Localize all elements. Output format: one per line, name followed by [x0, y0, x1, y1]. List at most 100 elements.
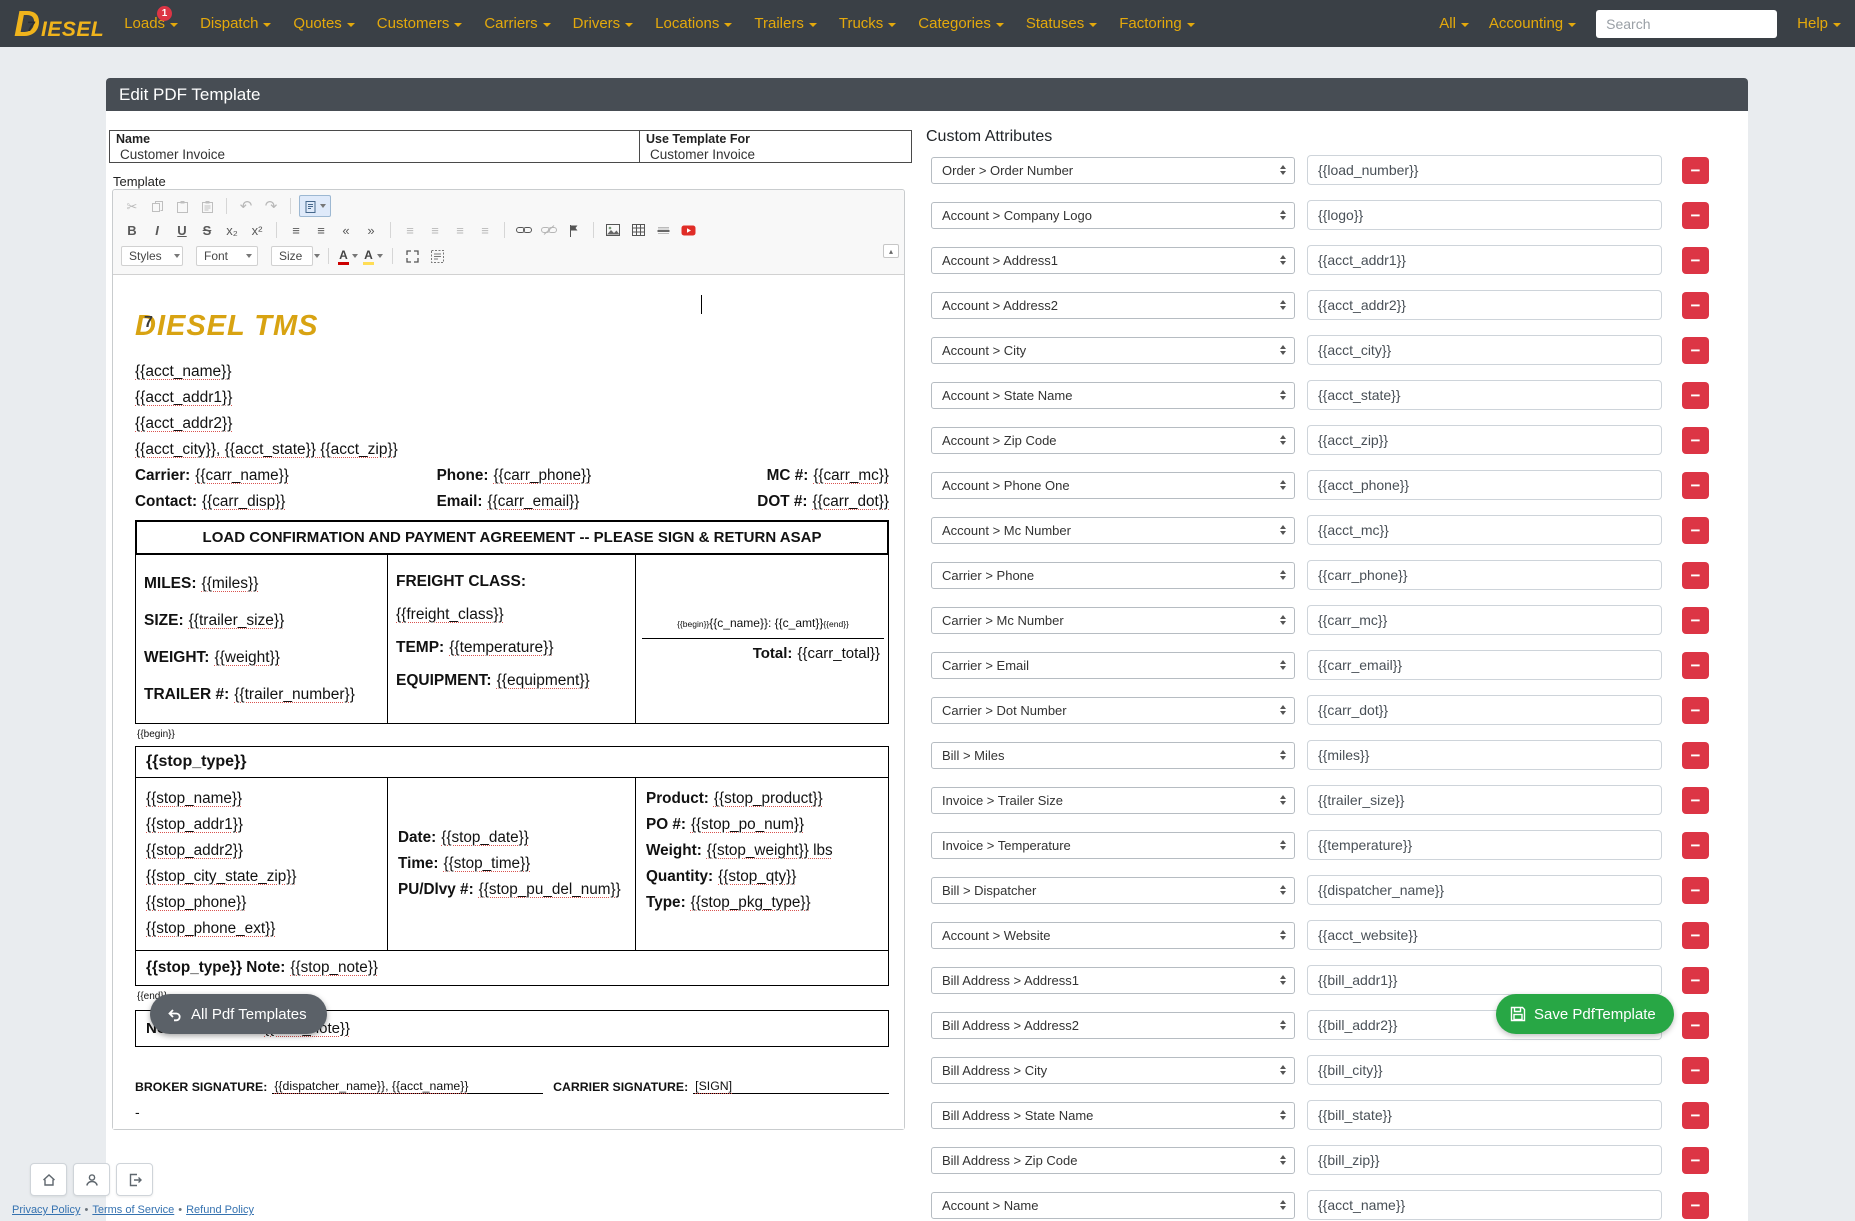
remove-attribute-button[interactable]: − [1682, 832, 1709, 859]
remove-attribute-button[interactable]: − [1682, 1147, 1709, 1174]
nav-menu-item[interactable]: Factoring [1119, 15, 1195, 32]
attribute-source-select[interactable]: Order > Order Number [931, 157, 1295, 184]
nav-menu-item[interactable]: Drivers [573, 15, 634, 32]
remove-attribute-button[interactable]: − [1682, 427, 1709, 454]
remove-attribute-button[interactable]: − [1682, 292, 1709, 319]
attribute-token-input[interactable] [1307, 560, 1662, 590]
attribute-token-input[interactable] [1307, 245, 1662, 275]
remove-attribute-button[interactable]: − [1682, 517, 1709, 544]
nav-menu-item[interactable]: Trucks [839, 15, 896, 32]
remove-attribute-button[interactable]: − [1682, 697, 1709, 724]
redo-button[interactable]: ↷ [260, 196, 282, 216]
underline-button[interactable]: U [171, 220, 193, 240]
attribute-source-select[interactable]: Account > State Name [931, 382, 1295, 409]
attribute-token-input[interactable] [1307, 1100, 1662, 1130]
link-button[interactable] [513, 220, 535, 240]
remove-attribute-button[interactable]: − [1682, 607, 1709, 634]
cut-button[interactable]: ✂ [121, 196, 143, 216]
brand-logo[interactable]: D 7 IESEL [14, 4, 104, 44]
remove-attribute-button[interactable]: − [1682, 877, 1709, 904]
align-center-button[interactable]: ≡ [424, 220, 446, 240]
remove-attribute-button[interactable]: − [1682, 472, 1709, 499]
attribute-source-select[interactable]: Account > Zip Code [931, 427, 1295, 454]
attribute-source-select[interactable]: Bill Address > Address1 [931, 967, 1295, 994]
outdent-button[interactable]: « [335, 220, 357, 240]
nav-menu-item[interactable]: Quotes [293, 15, 354, 32]
styles-dropdown[interactable]: Styles [121, 246, 183, 266]
attribute-token-input[interactable] [1307, 1055, 1662, 1085]
attribute-source-select[interactable]: Account > Address1 [931, 247, 1295, 274]
remove-attribute-button[interactable]: − [1682, 247, 1709, 274]
size-dropdown[interactable]: Size [271, 246, 313, 266]
unlink-button[interactable] [538, 220, 560, 240]
attribute-token-input[interactable] [1307, 875, 1662, 905]
attribute-source-select[interactable]: Account > Mc Number [931, 517, 1295, 544]
horizontal-rule-button[interactable] [652, 220, 674, 240]
nav-menu-item[interactable]: Trailers [754, 15, 816, 32]
attribute-source-select[interactable]: Bill Address > State Name [931, 1102, 1295, 1129]
attribute-token-input[interactable] [1307, 425, 1662, 455]
indent-button[interactable]: » [360, 220, 382, 240]
attribute-token-input[interactable] [1307, 920, 1662, 950]
nav-item-all[interactable]: All [1439, 15, 1469, 32]
use-template-for-field[interactable]: Use Template For Customer Invoice [639, 130, 912, 163]
attribute-source-select[interactable]: Carrier > Phone [931, 562, 1295, 589]
attribute-source-select[interactable]: Account > City [931, 337, 1295, 364]
template-name-field[interactable]: Name Customer Invoice [109, 130, 640, 163]
templates-dropdown-button[interactable] [299, 195, 331, 217]
remove-attribute-button[interactable]: − [1682, 202, 1709, 229]
attribute-token-input[interactable] [1307, 740, 1662, 770]
attribute-token-input[interactable] [1307, 605, 1662, 635]
subscript-button[interactable]: x₂ [221, 220, 243, 240]
attribute-source-select[interactable]: Account > Phone One [931, 472, 1295, 499]
remove-attribute-button[interactable]: − [1682, 922, 1709, 949]
nav-menu-item[interactable]: Customers [377, 15, 463, 32]
attribute-source-select[interactable]: Account > Address2 [931, 292, 1295, 319]
attribute-source-select[interactable]: Account > Name [931, 1192, 1295, 1219]
attribute-source-select[interactable]: Invoice > Trailer Size [931, 787, 1295, 814]
attribute-token-input[interactable] [1307, 1190, 1662, 1220]
strikethrough-button[interactable]: S [196, 220, 218, 240]
attribute-token-input[interactable] [1307, 290, 1662, 320]
nav-menu-item[interactable]: Loads 1 [124, 15, 178, 32]
bold-button[interactable]: B [121, 220, 143, 240]
toolbar-collapse-button[interactable]: ▴ [883, 244, 899, 258]
attribute-token-input[interactable] [1307, 695, 1662, 725]
superscript-button[interactable]: x² [246, 220, 268, 240]
attribute-token-input[interactable] [1307, 515, 1662, 545]
attribute-token-input[interactable] [1307, 470, 1662, 500]
attribute-source-select[interactable]: Invoice > Temperature [931, 832, 1295, 859]
attribute-token-input[interactable] [1307, 200, 1662, 230]
font-dropdown[interactable]: Font [196, 246, 258, 266]
attribute-source-select[interactable]: Account > Company Logo [931, 202, 1295, 229]
nav-menu-item[interactable]: Locations [655, 15, 732, 32]
remove-attribute-button[interactable]: − [1682, 382, 1709, 409]
privacy-policy-link[interactable]: Privacy Policy [12, 1204, 80, 1216]
align-left-button[interactable]: ≡ [399, 220, 421, 240]
nav-item-help[interactable]: Help [1797, 15, 1841, 32]
attribute-source-select[interactable]: Bill > Dispatcher [931, 877, 1295, 904]
nav-menu-item[interactable]: Statuses [1026, 15, 1097, 32]
remove-attribute-button[interactable]: − [1682, 1192, 1709, 1219]
embed-video-button[interactable] [677, 220, 699, 240]
bullet-list-button[interactable]: ≡ [310, 220, 332, 240]
attribute-source-select[interactable]: Bill Address > Zip Code [931, 1147, 1295, 1174]
italic-button[interactable]: I [146, 220, 168, 240]
all-pdf-templates-button[interactable]: All Pdf Templates [150, 994, 327, 1034]
attribute-token-input[interactable] [1307, 1145, 1662, 1175]
attribute-token-input[interactable] [1307, 830, 1662, 860]
maximize-button[interactable] [401, 246, 423, 266]
numbered-list-button[interactable]: ≡ [285, 220, 307, 240]
paste-text-button[interactable] [196, 196, 218, 216]
attribute-source-select[interactable]: Carrier > Email [931, 652, 1295, 679]
remove-attribute-button[interactable]: − [1682, 967, 1709, 994]
remove-attribute-button[interactable]: − [1682, 337, 1709, 364]
attribute-token-input[interactable] [1307, 155, 1662, 185]
nav-menu-item[interactable]: Dispatch [200, 15, 271, 32]
attribute-token-input[interactable] [1307, 650, 1662, 680]
attribute-token-input[interactable] [1307, 380, 1662, 410]
remove-attribute-button[interactable]: − [1682, 1057, 1709, 1084]
remove-attribute-button[interactable]: − [1682, 742, 1709, 769]
attribute-token-input[interactable] [1307, 965, 1662, 995]
nav-menu-item[interactable]: Carriers [484, 15, 550, 32]
